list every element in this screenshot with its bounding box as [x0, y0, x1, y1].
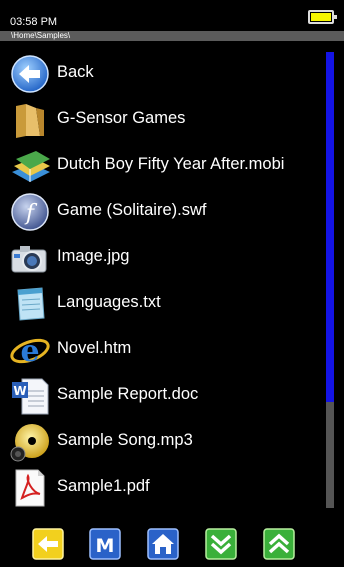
list-item-file[interactable]: Sample Song.mp3 [0, 418, 322, 464]
home-button-icon[interactable] [147, 528, 179, 560]
file-list: Back G-Sensor Games Dutch Boy Fifty Year… [0, 50, 322, 510]
list-item-file[interactable]: Languages.txt [0, 280, 322, 326]
list-item-file[interactable]: Image.jpg [0, 234, 322, 280]
list-item-file[interactable]: W Sample Report.doc [0, 372, 322, 418]
page-down-button-icon[interactable] [205, 528, 237, 560]
back-arrow-icon [11, 55, 49, 93]
list-item-label: G-Sensor Games [57, 109, 186, 127]
path-bar: \Home\Samples\ [0, 31, 344, 41]
scrollbar-thumb[interactable] [326, 52, 334, 402]
folder-icon [16, 104, 44, 138]
list-item-label: Languages.txt [57, 293, 161, 311]
list-item-label: Back [57, 63, 94, 81]
list-item-label: Sample Report.doc [57, 385, 199, 403]
music-disc-icon [10, 424, 49, 462]
pdf-icon [15, 469, 45, 507]
list-item-label: Dutch Boy Fifty Year After.mobi [57, 155, 285, 173]
list-item-folder[interactable]: G-Sensor Games [0, 96, 322, 142]
list-item-label: Game (Solitaire).swf [57, 201, 207, 219]
list-item-label: Sample Song.mp3 [57, 431, 193, 449]
list-item-file[interactable]: f Game (Solitaire).swf [0, 188, 322, 234]
ebook-stack-icon [12, 151, 50, 182]
list-item-file[interactable]: Dutch Boy Fifty Year After.mobi [0, 142, 322, 188]
list-item-file[interactable]: e Novel.htm [0, 326, 322, 372]
scrollbar[interactable] [326, 52, 334, 508]
menu-button-label: M [96, 535, 115, 557]
flash-icon: f [11, 193, 49, 231]
internet-explorer-icon: e [10, 334, 50, 369]
list-item-back[interactable]: Back [0, 50, 322, 96]
page-up-button-icon[interactable] [263, 528, 295, 560]
list-item-label: Image.jpg [57, 247, 130, 265]
camera-icon [11, 246, 47, 273]
clock: 03:58 PM [10, 16, 58, 28]
list-item-file[interactable]: Sample1.pdf [0, 464, 322, 510]
word-document-icon: W [12, 378, 49, 415]
bottom-toolbar: M [0, 522, 344, 567]
status-bar: 03:58 PM [0, 0, 344, 32]
notepad-icon [17, 287, 45, 321]
battery-icon [308, 10, 337, 24]
svg-text:e: e [20, 334, 39, 369]
list-item-label: Novel.htm [57, 339, 132, 357]
list-item-label: Sample1.pdf [57, 477, 150, 495]
menu-button-icon[interactable]: M [89, 528, 121, 560]
svg-text:W: W [13, 384, 26, 398]
back-button-icon[interactable] [32, 528, 64, 560]
